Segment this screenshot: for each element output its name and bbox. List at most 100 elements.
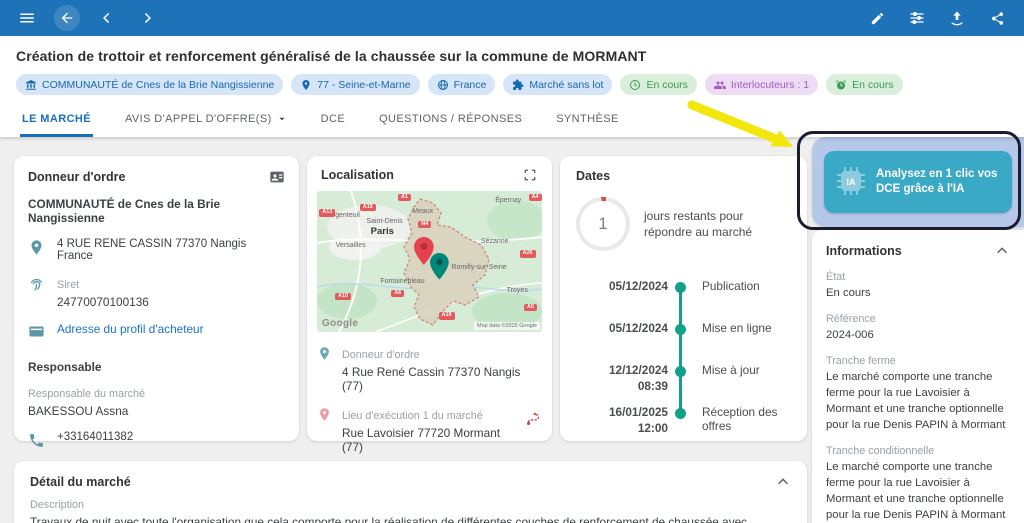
tab-le-marche[interactable]: LE MARCHÉ xyxy=(20,107,93,137)
map-road-badge: A1 xyxy=(398,194,411,202)
phone-icon xyxy=(28,432,45,449)
org-address: 4 RUE RENE CASSIN 77370 Nangis France xyxy=(57,238,285,262)
tab-label: QUESTIONS / RÉPONSES xyxy=(379,113,522,125)
card-title: Informations xyxy=(826,244,902,258)
badge-label: En cours xyxy=(646,79,687,91)
chevron-right-icon[interactable] xyxy=(134,5,160,31)
tab-dce[interactable]: DCE xyxy=(319,107,347,137)
badge-label: 77 - Seine-et-Marne xyxy=(317,79,410,91)
timeline-item: 16/01/202512:00 Réception des offres xyxy=(576,405,791,447)
teal-pin-icon xyxy=(317,346,332,361)
tab-synthese[interactable]: SYNTHÈSE xyxy=(554,107,621,137)
contact-card-icon[interactable] xyxy=(269,169,285,185)
fingerprint-icon xyxy=(28,276,45,293)
localisation-card: Localisation xyxy=(307,156,552,441)
phone-number[interactable]: +33164011382 xyxy=(57,431,133,443)
info-label: État xyxy=(826,271,1010,283)
tab-label: LE MARCHÉ xyxy=(22,113,91,125)
badge-label: Marché sans lot xyxy=(529,79,603,91)
pen-icon[interactable] xyxy=(864,5,890,31)
organisation-name: COMMUNAUTÉ de Cnes de la Brie Nangissien… xyxy=(28,197,285,225)
badge-country: France xyxy=(428,74,496,95)
card-title: Localisation xyxy=(321,168,394,182)
back-arrow-icon[interactable] xyxy=(54,5,80,31)
badge-lot: Marché sans lot xyxy=(503,74,612,95)
map-road-badge: A10 xyxy=(335,293,351,301)
filters-icon[interactable] xyxy=(904,5,930,31)
map-city-label: Romilly-sur-Seine xyxy=(451,264,506,271)
red-pin-icon xyxy=(317,407,332,422)
share-icon[interactable] xyxy=(984,5,1010,31)
ia-button-label: Analysez en 1 clic vos DCE grâce à l'IA xyxy=(876,167,1000,197)
map-road-badge: A5 xyxy=(524,304,537,312)
card-title: Donneur d'ordre xyxy=(28,170,125,184)
map-road-badge: A13 xyxy=(319,209,335,217)
donneur-ordre-card: Donneur d'ordre COMMUNAUTÉ de Cnes de la… xyxy=(14,156,299,441)
app-page: Création de trottoir et renforcement gén… xyxy=(0,0,1024,523)
analyze-dce-ai-button[interactable]: IA Analysez en 1 clic vos DCE grâce à l'… xyxy=(824,151,1012,213)
map-road-badge: A19 xyxy=(439,312,455,320)
responsable-name: BAKESSOU Assna xyxy=(28,404,285,418)
timeline-dot xyxy=(675,366,686,377)
map-road-badge: A6 xyxy=(391,290,404,298)
buyer-profile-link[interactable]: Adresse du profil d'acheteur xyxy=(57,322,204,336)
page-title: Création de trottoir et renforcement gén… xyxy=(16,48,1008,64)
timeline-label: Mise à jour xyxy=(694,363,791,405)
pin-icon xyxy=(300,79,312,91)
chevron-left-icon[interactable] xyxy=(94,5,120,31)
description-label: Description xyxy=(30,499,791,511)
info-field: Tranche ferme Le marché comporte une tra… xyxy=(826,355,1010,433)
chevron-up-icon[interactable] xyxy=(994,243,1010,259)
timeline-dot xyxy=(675,324,686,335)
location-pin-icon xyxy=(28,239,45,256)
location-value: Rue Lavoisier 77720 Mormant (77) xyxy=(342,426,515,454)
timeline-dot xyxy=(675,408,686,419)
timeline-item: 05/12/2024 Publication xyxy=(576,279,791,321)
responsable-section-title: Responsable xyxy=(28,360,285,374)
timeline-item: 05/12/2024 Mise en ligne xyxy=(576,321,791,363)
info-label: Référence xyxy=(826,313,1010,325)
map-road-badge: A4 xyxy=(529,194,542,202)
top-toolbar xyxy=(0,0,1024,36)
timeline-time: 12:00 xyxy=(638,421,668,435)
content-area: Donneur d'ordre COMMUNAUTÉ de Cnes de la… xyxy=(0,137,1024,523)
map-attribution: Map data ©2025 Google xyxy=(474,322,540,330)
caret-down-icon xyxy=(277,114,287,124)
tab-label: AVIS D'APPEL D'OFFRE(S) xyxy=(125,113,272,125)
info-value: En cours xyxy=(826,285,1010,301)
google-logo: Google xyxy=(322,318,358,329)
badge-organisation: COMMUNAUTÉ de Cnes de la Brie Nangissien… xyxy=(16,74,283,95)
timeline-date: 05/12/2024 xyxy=(609,321,668,335)
info-label: Tranche conditionnelle xyxy=(826,445,1010,457)
map-city-label: Versailles xyxy=(336,242,366,249)
badge-status: En cours xyxy=(620,74,696,95)
map-city-label: Meaux xyxy=(412,208,433,215)
informations-card: Informations État En cours Référence 202… xyxy=(812,230,1024,523)
tab-avis-appel-offres[interactable]: AVIS D'APPEL D'OFFRE(S) xyxy=(123,107,289,137)
map[interactable]: Argenteuil Saint-Denis Paris Versailles … xyxy=(317,191,542,332)
map-city-label: Paris xyxy=(371,226,394,237)
badge-department: 77 - Seine-et-Marne xyxy=(291,74,419,95)
timeline-date: 05/12/2024 xyxy=(609,279,668,293)
timeline-label: Réception des offres xyxy=(694,405,791,447)
info-field: Référence 2024-006 xyxy=(826,313,1010,343)
ia-highlight-panel: IA Analysez en 1 clic vos DCE grâce à l'… xyxy=(812,137,1024,227)
card-title: Dates xyxy=(576,169,610,183)
route-icon[interactable] xyxy=(525,410,542,427)
upload-icon[interactable] xyxy=(944,5,970,31)
tab-questions-reponses[interactable]: QUESTIONS / RÉPONSES xyxy=(377,107,524,137)
badge-row: COMMUNAUTÉ de Cnes de la Brie Nangissien… xyxy=(16,74,1008,95)
map-city-label: Fontainebleau xyxy=(380,278,424,285)
map-city-label: Troyes xyxy=(507,287,528,294)
menu-icon[interactable] xyxy=(14,5,40,31)
svg-text:IA: IA xyxy=(847,177,857,187)
badge-label: France xyxy=(454,79,487,91)
page-header: Création de trottoir et renforcement gén… xyxy=(0,36,1024,137)
dates-card: Dates 1 jours restants pour répondre au … xyxy=(560,156,807,441)
days-remaining: 1 jours restants pour répondre au marché xyxy=(576,197,791,251)
map-city-label: Saint-Denis xyxy=(366,218,402,225)
fullscreen-icon[interactable] xyxy=(522,167,538,183)
chevron-up-icon[interactable] xyxy=(775,474,791,490)
card-title: Détail du marché xyxy=(30,475,131,489)
badge-interlocuteurs: Interlocuteurs : 1 xyxy=(705,74,818,95)
